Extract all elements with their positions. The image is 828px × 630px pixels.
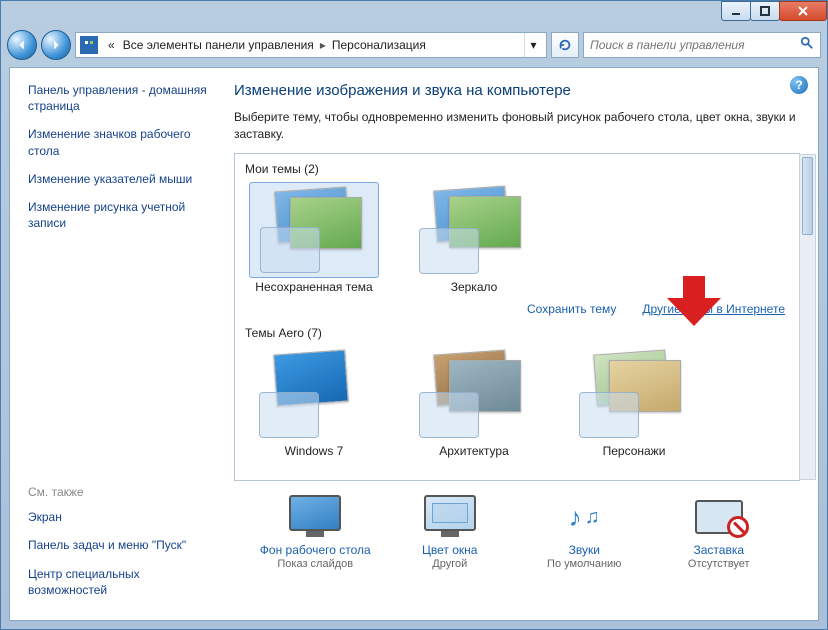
search-input[interactable] <box>590 38 800 52</box>
page-title: Изменение изображения и звука на компьют… <box>234 82 800 99</box>
refresh-button[interactable] <box>551 32 579 58</box>
breadcrumb-prefix: « <box>104 38 119 52</box>
maximize-button[interactable] <box>750 1 780 21</box>
sidebar: Панель управления - домашняя страница Из… <box>10 68 220 620</box>
setting-sub: Отсутствует <box>654 558 784 570</box>
save-theme-link[interactable]: Сохранить тему <box>527 302 616 316</box>
scroll-thumb[interactable] <box>802 157 813 235</box>
address-bar[interactable]: « Все элементы панели управления ▸ Персо… <box>75 32 547 58</box>
main-pane: ? Изменение изображения и звука на компь… <box>220 68 818 620</box>
theme-thumbnail <box>249 182 379 278</box>
theme-label: Windows 7 <box>249 444 379 458</box>
more-themes-link[interactable]: Другие темы в Интернете <box>642 302 785 316</box>
theme-thumbnail <box>569 346 699 442</box>
my-themes-header: Мои темы (2) <box>245 162 791 176</box>
address-dropdown[interactable]: ▾ <box>524 33 542 57</box>
page-description: Выберите тему, чтобы одновременно измени… <box>234 109 800 143</box>
content-area: Панель управления - домашняя страница Из… <box>9 67 819 621</box>
screensaver-icon <box>691 495 747 539</box>
see-also-header: См. также <box>28 485 208 499</box>
theme-label: Архитектура <box>409 444 539 458</box>
theme-item[interactable]: Несохраненная тема <box>249 182 379 294</box>
scrollbar[interactable] <box>799 154 816 480</box>
forward-button[interactable] <box>41 30 71 60</box>
breadcrumb-root[interactable]: Все элементы панели управления <box>119 38 318 52</box>
chevron-right-icon: ▸ <box>318 38 328 52</box>
monitor-icon <box>287 495 343 539</box>
see-also-display[interactable]: Экран <box>28 509 208 525</box>
sounds-icon: ♪♫ <box>556 495 612 539</box>
help-icon[interactable]: ? <box>790 76 808 94</box>
sounds-button[interactable]: ♪♫ Звуки По умолчанию <box>519 495 649 570</box>
setting-label: Заставка <box>654 543 784 557</box>
aero-themes-row: Windows 7 Архитектура Персонажи <box>243 346 791 458</box>
sidebar-item-mouse-pointers[interactable]: Изменение указателей мыши <box>28 171 208 187</box>
setting-sub: Другой <box>385 558 515 570</box>
sidebar-home[interactable]: Панель управления - домашняя страница <box>28 82 208 114</box>
caption-buttons <box>722 1 827 21</box>
disabled-icon <box>727 516 749 538</box>
desktop-background-button[interactable]: Фон рабочего стола Показ слайдов <box>250 495 380 570</box>
theme-thumbnail <box>409 182 539 278</box>
setting-label: Фон рабочего стола <box>250 543 380 557</box>
close-button[interactable] <box>779 1 827 21</box>
sidebar-item-account-picture[interactable]: Изменение рисунка учетной записи <box>28 199 208 231</box>
window-color-button[interactable]: Цвет окна Другой <box>385 495 515 570</box>
window-color-icon <box>422 495 478 539</box>
theme-label: Зеркало <box>409 280 539 294</box>
titlebar <box>1 1 827 27</box>
minimize-button[interactable] <box>721 1 751 21</box>
theme-label: Несохраненная тема <box>249 280 379 294</box>
theme-item[interactable]: Персонажи <box>569 346 699 458</box>
theme-label: Персонажи <box>569 444 699 458</box>
see-also-taskbar[interactable]: Панель задач и меню "Пуск" <box>28 537 208 553</box>
setting-sub: Показ слайдов <box>250 558 380 570</box>
theme-thumbnail <box>409 346 539 442</box>
screensaver-button[interactable]: Заставка Отсутствует <box>654 495 784 570</box>
breadcrumb-current[interactable]: Персонализация <box>328 38 430 52</box>
setting-sub: По умолчанию <box>519 558 649 570</box>
aero-themes-header: Темы Aero (7) <box>245 326 791 340</box>
settings-row: Фон рабочего стола Показ слайдов Цвет ок… <box>234 495 800 570</box>
theme-item[interactable]: Зеркало <box>409 182 539 294</box>
my-themes-row: Несохраненная тема Зеркало <box>243 182 791 294</box>
setting-label: Звуки <box>519 543 649 557</box>
theme-item[interactable]: Архитектура <box>409 346 539 458</box>
search-box[interactable] <box>583 32 821 58</box>
back-button[interactable] <box>7 30 37 60</box>
theme-link-row: Сохранить тему Другие темы в Интернете <box>243 302 785 316</box>
theme-item[interactable]: Windows 7 <box>249 346 379 458</box>
theme-thumbnail <box>249 346 379 442</box>
sidebar-item-desktop-icons[interactable]: Изменение значков рабочего стола <box>28 126 208 158</box>
window-frame: « Все элементы панели управления ▸ Персо… <box>0 0 828 630</box>
themes-listbox: Мои темы (2) Несохраненная тема Зеркало … <box>234 153 800 481</box>
control-panel-icon <box>80 36 98 54</box>
nav-row: « Все элементы панели управления ▸ Персо… <box>1 27 827 63</box>
setting-label: Цвет окна <box>385 543 515 557</box>
see-also-ease-of-access[interactable]: Центр специальных возможностей <box>28 566 208 598</box>
search-icon <box>800 36 814 55</box>
